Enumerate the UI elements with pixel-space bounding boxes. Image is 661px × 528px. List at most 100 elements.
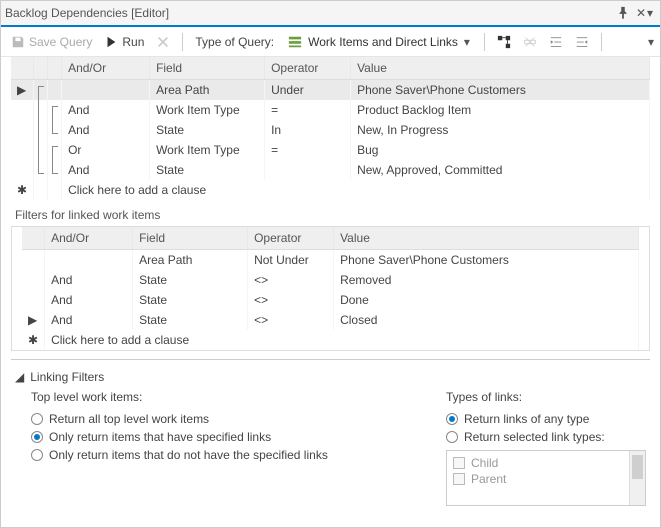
row-selector[interactable] (11, 100, 34, 120)
type-of-query-select[interactable]: Work Items and Direct Links ▾ (282, 33, 476, 51)
row-selector[interactable] (22, 250, 45, 271)
cell-field[interactable]: Area Path (150, 80, 265, 101)
scrollbar[interactable] (629, 451, 645, 505)
cell-andor[interactable]: And (62, 120, 150, 140)
radio-icon (31, 449, 43, 461)
cell-field[interactable]: State (150, 160, 265, 180)
cell-field[interactable]: Work Item Type (150, 140, 265, 160)
separator (182, 33, 183, 51)
cell-field[interactable]: State (133, 310, 248, 330)
clause-row[interactable]: ▶ Area Path Under Phone Saver\Phone Cust… (11, 80, 650, 101)
clause-row[interactable]: Area Path Not Under Phone Saver\Phone Cu… (22, 250, 639, 271)
cell-field[interactable]: State (133, 290, 248, 310)
types-of-links-label: Types of links: (446, 390, 646, 404)
run-button[interactable]: Run (100, 33, 148, 51)
cell-field[interactable]: Work Item Type (150, 100, 265, 120)
row-selector[interactable] (22, 270, 45, 290)
cell-andor[interactable]: And (62, 100, 150, 120)
cell-andor[interactable]: And (45, 290, 133, 310)
clause-row[interactable]: Or Work Item Type = Bug (11, 140, 650, 160)
radio-icon (31, 431, 43, 443)
cell-field[interactable]: Area Path (133, 250, 248, 271)
cell-operator[interactable]: In (265, 120, 351, 140)
cell-operator[interactable]: Not Under (248, 250, 334, 271)
outdent-button[interactable] (571, 33, 593, 51)
query-type-icon (288, 35, 302, 49)
top-level-label: Top level work items: (31, 390, 438, 404)
delete-button[interactable] (152, 33, 174, 51)
row-selector[interactable]: ▶ (22, 310, 45, 330)
cell-andor[interactable] (62, 80, 150, 101)
col-andor[interactable]: And/Or (45, 227, 133, 250)
new-row-icon[interactable]: ✱ (22, 330, 45, 350)
cell-value[interactable]: New, In Progress (351, 120, 650, 140)
tree-mode-button[interactable] (493, 33, 515, 51)
cell-value[interactable]: Bug (351, 140, 650, 160)
radio-icon (446, 413, 458, 425)
top-level-option[interactable]: Return all top level work items (31, 410, 438, 428)
link-types-listbox[interactable]: ChildParent (446, 450, 646, 506)
col-value[interactable]: Value (334, 227, 639, 250)
cell-operator[interactable] (265, 160, 351, 180)
clause-row[interactable]: And State <> Done (22, 290, 639, 310)
toolbar-overflow-icon[interactable]: ▾ (648, 35, 654, 49)
cell-operator[interactable]: <> (248, 270, 334, 290)
link-type-item[interactable]: Parent (453, 471, 623, 487)
cell-andor[interactable] (45, 250, 133, 271)
cell-operator[interactable]: = (265, 140, 351, 160)
indent-button[interactable] (545, 33, 567, 51)
add-clause-placeholder[interactable]: Click here to add a clause (45, 330, 639, 350)
cell-value[interactable]: Phone Saver\Phone Customers (334, 250, 639, 271)
clause-row[interactable]: And State <> Removed (22, 270, 639, 290)
row-selector[interactable] (11, 120, 34, 140)
clause-row[interactable]: And State In New, In Progress (11, 120, 650, 140)
cell-field[interactable]: State (150, 120, 265, 140)
clause-row[interactable]: ▶ And State <> Closed (22, 310, 639, 330)
title-bar: Backlog Dependencies [Editor] ✕ ▾ (1, 1, 660, 27)
clause-row[interactable]: And Work Item Type = Product Backlog Ite… (11, 100, 650, 120)
group-button[interactable] (519, 33, 541, 51)
new-row-icon[interactable]: ✱ (11, 180, 34, 200)
col-andor[interactable]: And/Or (62, 57, 150, 80)
cell-operator[interactable]: <> (248, 310, 334, 330)
link-types-option[interactable]: Return selected link types: (446, 428, 646, 446)
cell-andor[interactable]: And (62, 160, 150, 180)
close-icon[interactable]: ✕ (636, 6, 646, 20)
separator (484, 33, 485, 51)
tab-dropdown-icon[interactable]: ▾ (647, 6, 653, 20)
run-label: Run (122, 35, 144, 49)
add-clause-placeholder[interactable]: Click here to add a clause (62, 180, 650, 200)
col-field[interactable]: Field (150, 57, 265, 80)
cell-field[interactable]: State (133, 270, 248, 290)
col-field[interactable]: Field (133, 227, 248, 250)
cell-value[interactable]: Product Backlog Item (351, 100, 650, 120)
cell-operator[interactable]: <> (248, 290, 334, 310)
clause-row[interactable]: And State New, Approved, Committed (11, 160, 650, 180)
cell-operator[interactable]: = (265, 100, 351, 120)
cell-andor[interactable]: Or (62, 140, 150, 160)
pin-icon[interactable] (616, 6, 630, 20)
cell-value[interactable]: Phone Saver\Phone Customers (351, 80, 650, 101)
linking-filters-header[interactable]: ◢ Linking Filters (11, 368, 650, 386)
row-selector[interactable]: ▶ (11, 80, 34, 101)
top-level-option[interactable]: Only return items that do not have the s… (31, 446, 438, 464)
cell-value[interactable]: Done (334, 290, 639, 310)
col-operator[interactable]: Operator (248, 227, 334, 250)
row-selector[interactable] (11, 140, 34, 160)
col-operator[interactable]: Operator (265, 57, 351, 80)
option-label: Only return items that have specified li… (49, 430, 271, 444)
outdent-icon (575, 35, 589, 49)
row-selector[interactable] (22, 290, 45, 310)
cell-value[interactable]: Closed (334, 310, 639, 330)
save-query-button[interactable]: Save Query (7, 33, 96, 51)
cell-value[interactable]: New, Approved, Committed (351, 160, 650, 180)
col-value[interactable]: Value (351, 57, 650, 80)
cell-value[interactable]: Removed (334, 270, 639, 290)
row-selector[interactable] (11, 160, 34, 180)
link-type-item[interactable]: Child (453, 455, 623, 471)
cell-andor[interactable]: And (45, 310, 133, 330)
link-types-option[interactable]: Return links of any type (446, 410, 646, 428)
cell-andor[interactable]: And (45, 270, 133, 290)
cell-operator[interactable]: Under (265, 80, 351, 101)
top-level-option[interactable]: Only return items that have specified li… (31, 428, 438, 446)
